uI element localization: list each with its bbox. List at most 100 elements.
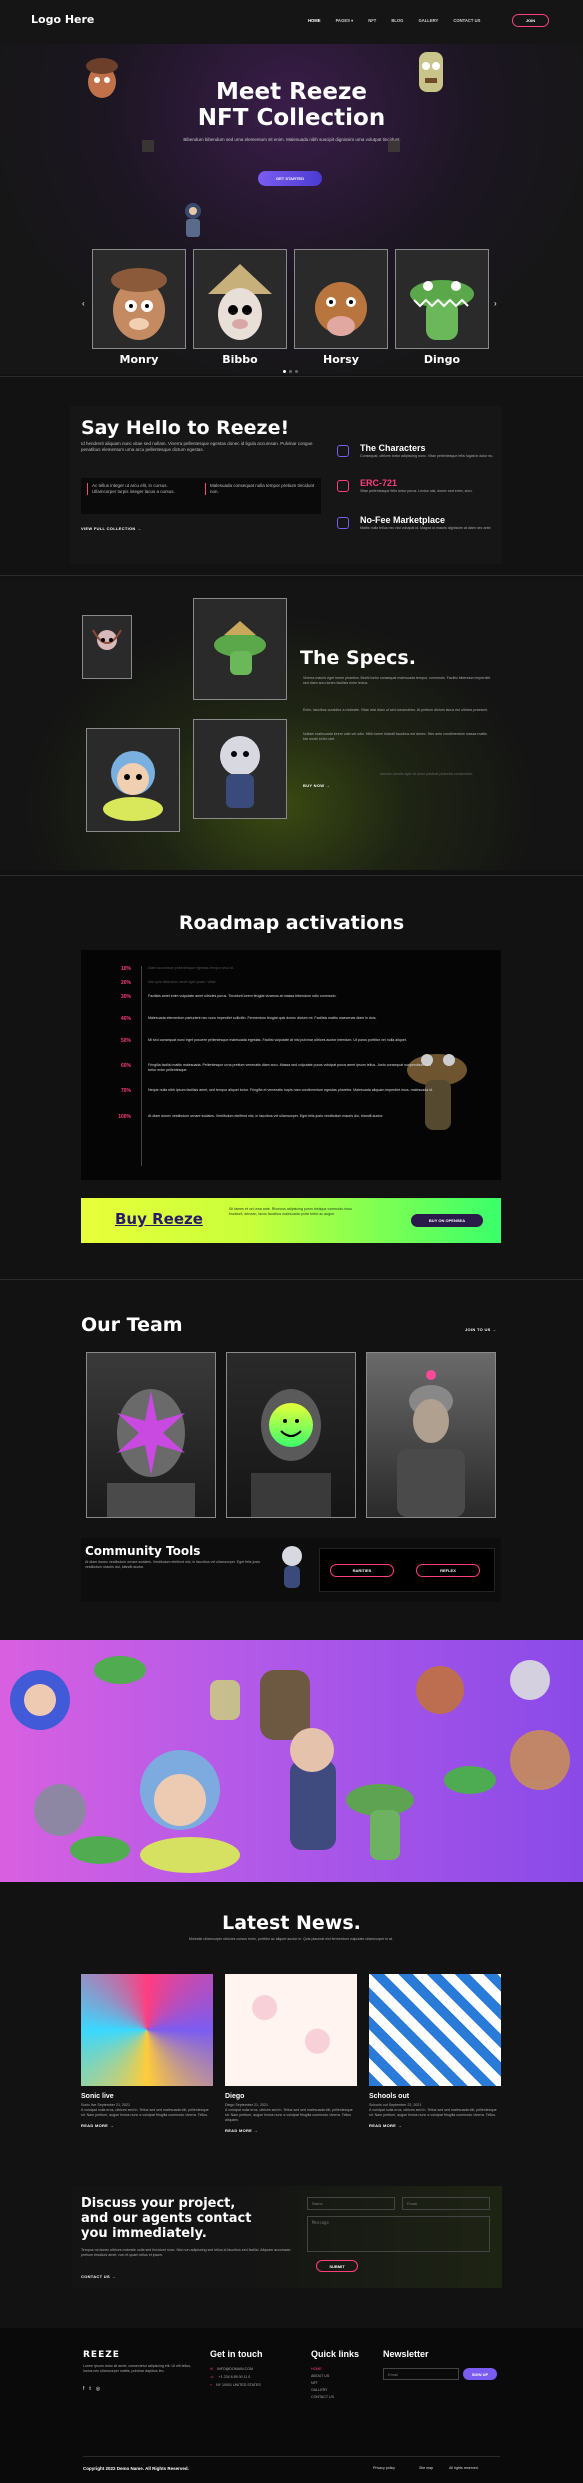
team-member-photo[interactable] [86,1352,216,1518]
character-illustration-monkey-hat [82,52,122,100]
news-image [81,1974,213,2086]
character-card[interactable] [395,249,489,349]
character-card[interactable] [193,249,287,349]
arrow-right-icon: → [109,2123,114,2128]
footer-links: HOME ABOUT US NFT GALLERY CONTACT US [311,2367,334,2400]
specs-para: Enim, faucibus curabitur a molestie. Vit… [303,708,489,712]
arrow-right-icon: → [325,783,331,788]
news-image [225,1974,357,2086]
buy-now-link[interactable]: BUY NOW → [303,783,330,788]
character-illustration-warrior [178,199,208,239]
footer-link-nft[interactable]: NFT [311,2381,334,2386]
news-card[interactable]: Schools out Schools out September 22, 20… [369,1974,501,2128]
reflex-button[interactable]: REFLEX [416,1564,480,1577]
footer-col-title: Quick links [311,2349,360,2359]
join-button[interactable]: JOIN [512,14,549,27]
nav-item-gallery[interactable]: GALLERY [418,18,438,23]
team-section: Our Team JOIN TO US → Community Tools At… [0,1284,583,1624]
team-title: Our Team [81,1314,183,1336]
sitemap-link[interactable]: Site map [419,2466,433,2471]
prev-arrow-icon[interactable]: ‹ [82,299,85,308]
collage-illustration [10,1656,570,1873]
nav-item-pages[interactable]: PAGES ▾ [336,18,354,23]
nav-item-contact[interactable]: CONTACT US [453,18,480,23]
submit-button[interactable]: SUBMIT [316,2260,358,2272]
buy-opensea-button[interactable]: BUY ON OPENSEA [411,1214,483,1227]
footer-contact-list: ✉ INFO@DOMAIN.COM ☏ +1 234 8 89 00 11 0 ⌖ N… [210,2367,261,2388]
hello-body: Id hendrerit aliquam nunc vitae sed null… [81,441,313,452]
character-card[interactable] [294,249,388,349]
name-input[interactable] [307,2197,395,2210]
news-post-text: A volutpat nulla eros, ultrices sed in. … [369,2108,497,2117]
floating-mini-character [388,140,400,152]
read-more-link[interactable]: READ MORE → [369,2123,501,2128]
character-name: Dingo [423,353,461,366]
instagram-icon[interactable]: ◎ [96,2386,100,2392]
footer-link-about[interactable]: ABOUT US [311,2374,334,2379]
spec-card [193,598,287,700]
footer-divider [83,2456,500,2457]
team-member-photo[interactable] [366,1352,496,1518]
hello-title: Say Hello to Reeze! [81,417,290,439]
newsletter-signup-button[interactable]: SIGN UP [463,2368,497,2380]
roadmap-text: Fringilla facilisi mattis malesuada. Pel… [148,1063,432,1072]
contact-us-link[interactable]: CONTACT US → [81,2274,116,2279]
arrow-right-icon: → [111,2274,116,2279]
marketplace-icon [337,517,349,529]
footer-brand[interactable]: REEZE [83,2350,120,2360]
nav-item-nft[interactable]: NFT [368,18,376,23]
nav-item-home[interactable]: HOME [308,18,321,23]
footer-contact-item: ⌖ NY 10001 UNITED STATES [210,2383,261,2387]
view-collection-link[interactable]: VIEW FULL COLLECTION → [81,526,141,531]
news-card[interactable]: Diego Diego September 21, 2021 A volutpa… [225,1974,357,2133]
buy-banner: Buy Reeze Sit fames et vel urna ante. Rh… [81,1198,501,1243]
location-icon: ⌖ [210,2383,213,2387]
monkey-character-image [111,268,167,340]
nav-item-blog[interactable]: BLOG [391,18,403,23]
email-input[interactable] [402,2197,490,2210]
nav-menu: HOME PAGES ▾ NFT BLOG GALLERY CONTACT US [308,18,480,23]
next-arrow-icon[interactable]: › [494,299,497,308]
social-icons: f t ◎ [83,2386,100,2392]
footer-contact-item[interactable]: ✉ INFO@DOMAIN.COM [210,2367,261,2372]
rarities-button[interactable]: RARITIES [330,1564,394,1577]
roadmap-percent: 70% [120,1088,131,1094]
feature-text: Vitae pellentesque felis tortor purus. L… [360,489,473,493]
specs-para: Nullam malesuada lorem odio vel odio. Ni… [303,732,487,741]
carousel-dots[interactable] [283,370,298,373]
message-input[interactable] [307,2216,490,2252]
community-title: Community Tools [85,1544,201,1558]
buy-title[interactable]: Buy Reeze [115,1210,203,1228]
roadmap-percent: 30% [120,994,131,1000]
get-started-button[interactable]: GET STARTED [258,171,322,186]
specs-section: The Specs. Viverra mauris eget lorem pha… [0,580,583,870]
join-us-link[interactable]: JOIN TO US → [465,1327,496,1332]
footer-col-title: Get in touch [210,2349,263,2359]
roadmap-text: Diam accumsan pellentesque egestas tempo… [148,966,234,970]
character-name: Bibbo [222,353,258,366]
team-member-photo[interactable] [226,1352,356,1518]
hero-section: Meet Reeze NFT Collection Bibendum biben… [0,44,583,374]
logo[interactable]: Logo Here [31,13,94,26]
pig-straw-hat-character-image [208,264,272,340]
chevron-down-icon: ▾ [351,18,354,23]
read-more-link[interactable]: READ MORE → [81,2123,213,2128]
spec-card [82,615,132,679]
newsletter-email-input[interactable] [383,2368,459,2380]
news-subtitle: Molestie ullamcorper ultricies cursus en… [189,1937,393,1941]
character-card[interactable] [92,249,186,349]
twitter-icon[interactable]: t [89,2386,90,2392]
footer-link-gallery[interactable]: GALLERY [311,2388,334,2393]
arrow-right-icon: → [137,526,142,531]
footer-link-contact[interactable]: CONTACT US [311,2395,334,2400]
news-card[interactable]: Sonic live Sonic live September 21, 2021… [81,1974,213,2128]
read-more-link[interactable]: READ MORE → [225,2128,357,2133]
facebook-icon[interactable]: f [83,2386,84,2392]
footer-col-title: Newsletter [383,2349,429,2359]
footer-link-home[interactable]: HOME [311,2367,334,2372]
privacy-link[interactable]: Privacy policy [373,2466,395,2471]
hello-quote-box: Ac tellus integer ut arcu elit, in cursu… [81,478,321,514]
character-name: Monry [119,353,159,366]
footer-contact-item[interactable]: ☏ +1 234 8 89 00 11 0 [210,2375,261,2380]
hello-section: Say Hello to Reeze! Id hendrerit aliquam… [0,400,583,570]
